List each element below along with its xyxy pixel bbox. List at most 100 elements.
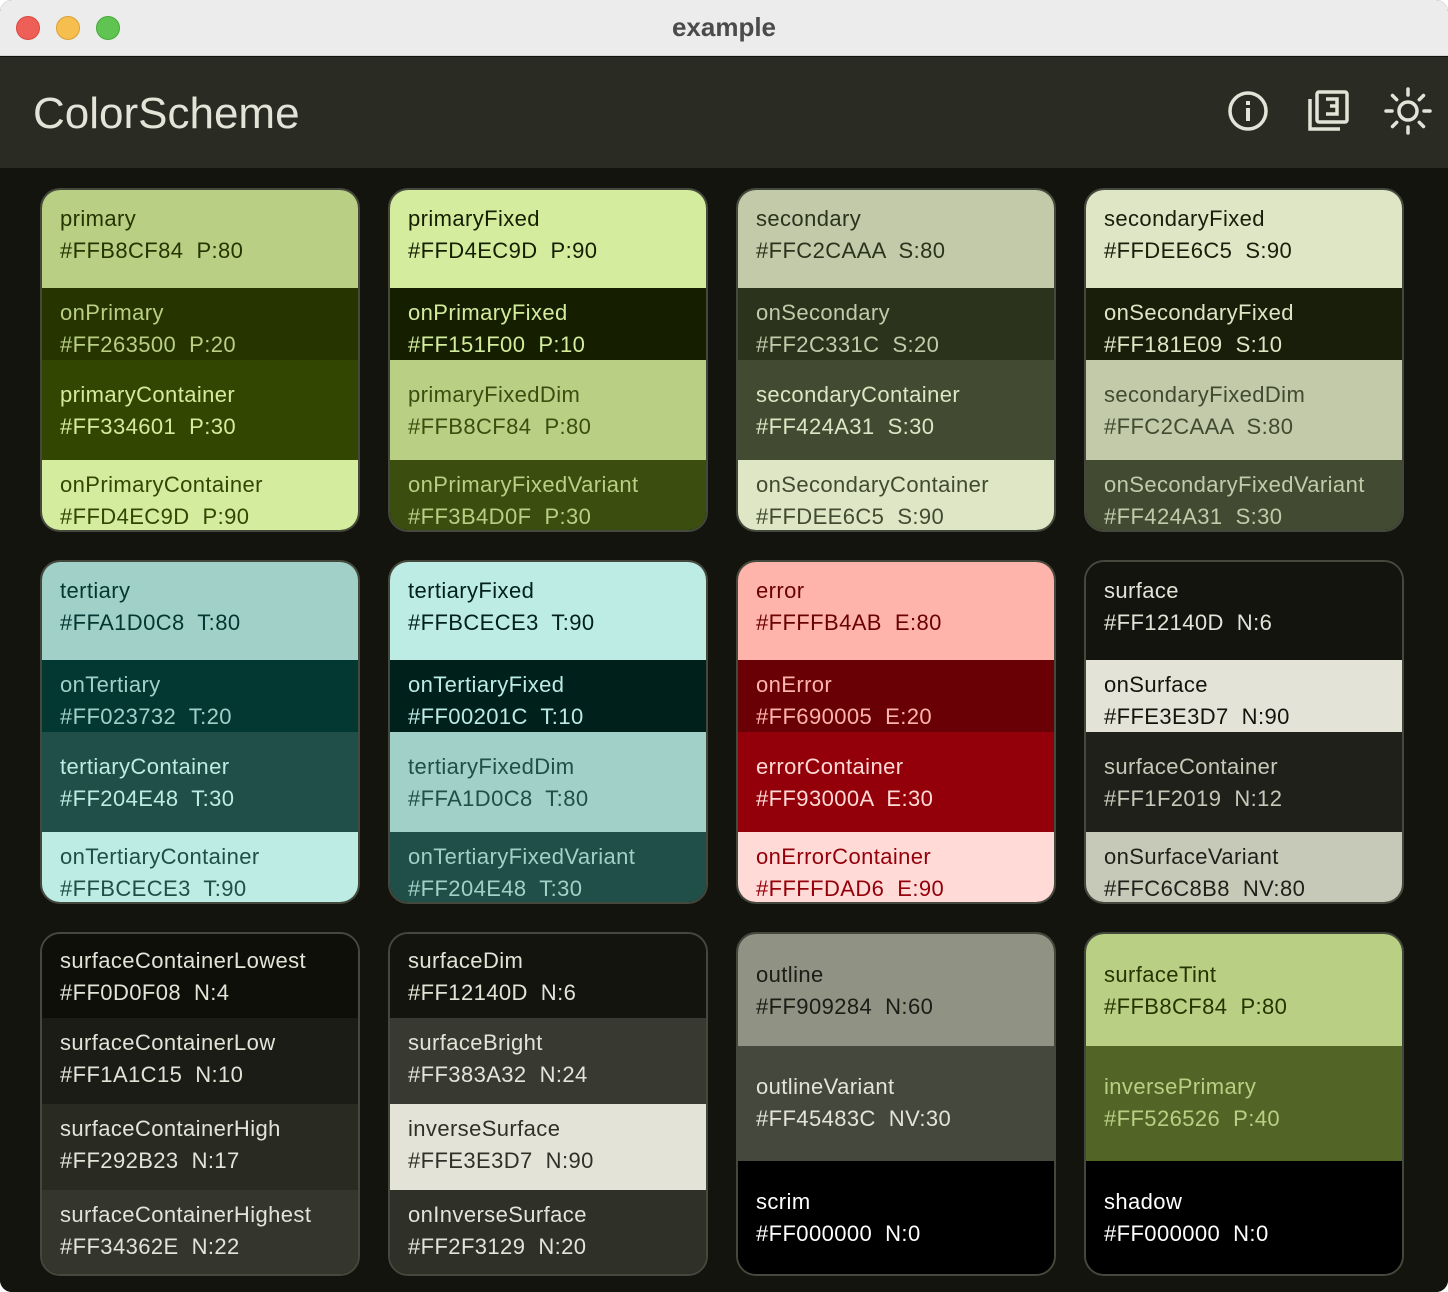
title-bar: example xyxy=(0,0,1448,56)
color-swatch-on-error[interactable]: onError #FF690005 E:20 xyxy=(738,660,1054,732)
swatch-name: tertiaryContainer xyxy=(60,754,230,779)
color-swatch-on-tertiary-fixed[interactable]: onTertiaryFixed #FF00201C T:10 xyxy=(390,660,706,732)
swatch-name: onSecondaryFixedVariant xyxy=(1104,472,1365,497)
color-swatch-on-inverse-surface[interactable]: onInverseSurface #FF2F3129 N:20 xyxy=(390,1190,706,1274)
swatch-hex-code: #FFC6C8B8 NV:80 xyxy=(1104,876,1306,901)
swatch-name: onSecondaryFixed xyxy=(1104,300,1294,325)
swatch-name: shadow xyxy=(1104,1189,1183,1214)
swatch-name: inverseSurface xyxy=(408,1116,561,1141)
info-icon xyxy=(1228,91,1268,131)
swatch-name: surface xyxy=(1104,578,1179,603)
color-swatch-surface-bright[interactable]: surfaceBright #FF383A32 N:24 xyxy=(390,1018,706,1104)
swatch-name: onTertiaryContainer xyxy=(60,844,260,869)
swatch-name: onErrorContainer xyxy=(756,844,932,869)
swatch-name: error xyxy=(756,578,805,603)
swatch-hex-code: #FFE3E3D7 N:90 xyxy=(408,1148,594,1173)
color-swatch-secondary-fixed[interactable]: secondaryFixed #FFDEE6C5 S:90 xyxy=(1086,190,1402,288)
color-swatch-error[interactable]: error #FFFFB4AB E:80 xyxy=(738,562,1054,660)
swatch-hex-code: #FF45483C NV:30 xyxy=(756,1106,952,1131)
color-swatch-surface-dim[interactable]: surfaceDim #FF12140D N:6 xyxy=(390,934,706,1018)
swatch-hex-code: #FFA1D0C8 T:80 xyxy=(60,610,241,635)
color-card: surfaceDim #FF12140D N:6 surfaceBright #FF3… xyxy=(388,932,708,1276)
swatch-hex-code: #FFDEE6C5 S:90 xyxy=(1104,238,1293,263)
swatch-hex-code: #FF000000 N:0 xyxy=(756,1221,921,1246)
swatch-name: primaryContainer xyxy=(60,382,236,407)
swatch-name: onSecondary xyxy=(756,300,891,325)
color-swatch-on-tertiary-container[interactable]: onTertiaryContainer #FFBCECE3 T:90 xyxy=(42,832,358,902)
color-swatch-on-primary-fixed-variant[interactable]: onPrimaryFixedVariant #FF3B4D0F P:30 xyxy=(390,460,706,530)
swatch-hex-code: #FF181E09 S:10 xyxy=(1104,332,1283,357)
color-swatch-secondary-fixed-dim[interactable]: secondaryFixedDim #FFC2CAAA S:80 xyxy=(1086,360,1402,460)
color-swatch-tertiary-fixed-dim[interactable]: tertiaryFixedDim #FFA1D0C8 T:80 xyxy=(390,732,706,832)
swatch-hex-code: #FF1F2019 N:12 xyxy=(1104,786,1283,811)
swatch-hex-code: #FFBCECE3 T:90 xyxy=(408,610,595,635)
swatch-hex-code: #FF1A1C15 N:10 xyxy=(60,1062,244,1087)
color-grid: primary #FFB8CF84 P:80 onPrimary #FF263500 … xyxy=(0,168,1448,1292)
brightness-icon xyxy=(1384,87,1432,135)
color-swatch-primary-container[interactable]: primaryContainer #FF334601 P:30 xyxy=(42,360,358,460)
color-swatch-on-primary-container[interactable]: onPrimaryContainer #FFD4EC9D P:90 xyxy=(42,460,358,530)
swatch-hex-code: #FF909284 N:60 xyxy=(756,994,934,1019)
color-swatch-surface-tint[interactable]: surfaceTint #FFB8CF84 P:80 xyxy=(1086,934,1402,1046)
swatch-name: surfaceBright xyxy=(408,1030,543,1055)
color-swatch-primary[interactable]: primary #FFB8CF84 P:80 xyxy=(42,190,358,288)
swatch-hex-code: #FF023732 T:20 xyxy=(60,704,232,729)
color-swatch-surface-container-low[interactable]: surfaceContainerLow #FF1A1C15 N:10 xyxy=(42,1018,358,1104)
color-card: surfaceContainerLowest #FF0D0F08 N:4 surfa… xyxy=(40,932,360,1276)
theme-toggle-button[interactable] xyxy=(1378,81,1438,141)
color-swatch-error-container[interactable]: errorContainer #FF93000A E:30 xyxy=(738,732,1054,832)
color-swatch-primary-fixed-dim[interactable]: primaryFixedDim #FFB8CF84 P:80 xyxy=(390,360,706,460)
color-swatch-on-primary-fixed[interactable]: onPrimaryFixed #FF151F00 P:10 xyxy=(390,288,706,360)
color-swatch-on-tertiary-fixed-variant[interactable]: onTertiaryFixedVariant #FF204E48 T:30 xyxy=(390,832,706,902)
color-swatch-surface-container-highest[interactable]: surfaceContainerHighest #FF34362E N:22 xyxy=(42,1190,358,1274)
swatch-name: surfaceContainerLow xyxy=(60,1030,276,1055)
color-swatch-on-secondary[interactable]: onSecondary #FF2C331C S:20 xyxy=(738,288,1054,360)
color-card: outline #FF909284 N:60 outlineVariant #FF45… xyxy=(736,932,1056,1276)
color-swatch-tertiary-container[interactable]: tertiaryContainer #FF204E48 T:30 xyxy=(42,732,358,832)
color-swatch-on-primary[interactable]: onPrimary #FF263500 P:20 xyxy=(42,288,358,360)
swatch-hex-code: #FF263500 P:20 xyxy=(60,332,237,357)
color-card: primaryFixed #FFD4EC9D P:90 onPrimaryFixed… xyxy=(388,188,708,532)
color-swatch-surface-container[interactable]: surfaceContainer #FF1F2019 N:12 xyxy=(1086,732,1402,832)
material-version-button[interactable] xyxy=(1298,81,1358,141)
color-swatch-tertiary-fixed[interactable]: tertiaryFixed #FFBCECE3 T:90 xyxy=(390,562,706,660)
swatch-name: primaryFixedDim xyxy=(408,382,581,407)
swatch-hex-code: #FFDEE6C5 S:90 xyxy=(756,504,945,529)
color-swatch-outline[interactable]: outline #FF909284 N:60 xyxy=(738,934,1054,1046)
color-swatch-on-tertiary[interactable]: onTertiary #FF023732 T:20 xyxy=(42,660,358,732)
swatch-hex-code: #FFD4EC9D P:90 xyxy=(60,504,250,529)
color-swatch-inverse-surface[interactable]: inverseSurface #FFE3E3D7 N:90 xyxy=(390,1104,706,1190)
color-swatch-surface-container-lowest[interactable]: surfaceContainerLowest #FF0D0F08 N:4 xyxy=(42,934,358,1018)
color-swatch-shadow[interactable]: shadow #FF000000 N:0 xyxy=(1086,1161,1402,1274)
swatch-name: onPrimary xyxy=(60,300,164,325)
swatch-hex-code: #FF34362E N:22 xyxy=(60,1234,240,1259)
color-swatch-on-secondary-fixed-variant[interactable]: onSecondaryFixedVariant #FF424A31 S:30 xyxy=(1086,460,1402,530)
color-swatch-secondary[interactable]: secondary #FFC2CAAA S:80 xyxy=(738,190,1054,288)
color-swatch-surface[interactable]: surface #FF12140D N:6 xyxy=(1086,562,1402,660)
swatch-name: onTertiaryFixed xyxy=(408,672,565,697)
swatch-name: secondaryFixed xyxy=(1104,206,1265,231)
swatch-hex-code: #FF204E48 T:30 xyxy=(408,876,583,901)
color-swatch-tertiary[interactable]: tertiary #FFA1D0C8 T:80 xyxy=(42,562,358,660)
swatch-name: surfaceContainerHigh xyxy=(60,1116,281,1141)
color-swatch-outline-variant[interactable]: outlineVariant #FF45483C NV:30 xyxy=(738,1046,1054,1161)
color-swatch-secondary-container[interactable]: secondaryContainer #FF424A31 S:30 xyxy=(738,360,1054,460)
swatch-hex-code: #FF2F3129 N:20 xyxy=(408,1234,587,1259)
color-swatch-on-error-container[interactable]: onErrorContainer #FFFFDAD6 E:90 xyxy=(738,832,1054,902)
swatch-name: onSurfaceVariant xyxy=(1104,844,1279,869)
color-swatch-scrim[interactable]: scrim #FF000000 N:0 xyxy=(738,1161,1054,1274)
color-swatch-on-surface-variant[interactable]: onSurfaceVariant #FFC6C8B8 NV:80 xyxy=(1086,832,1402,902)
color-swatch-on-secondary-container[interactable]: onSecondaryContainer #FFDEE6C5 S:90 xyxy=(738,460,1054,530)
swatch-hex-code: #FF424A31 S:30 xyxy=(1104,504,1283,529)
swatch-name: secondaryFixedDim xyxy=(1104,382,1306,407)
color-swatch-surface-container-high[interactable]: surfaceContainerHigh #FF292B23 N:17 xyxy=(42,1104,358,1190)
color-swatch-primary-fixed[interactable]: primaryFixed #FFD4EC9D P:90 xyxy=(390,190,706,288)
color-swatch-on-surface[interactable]: onSurface #FFE3E3D7 N:90 xyxy=(1086,660,1402,732)
color-card: tertiaryFixed #FFBCECE3 T:90 onTertiaryFix… xyxy=(388,560,708,904)
color-swatch-inverse-primary[interactable]: inversePrimary #FF526526 P:40 xyxy=(1086,1046,1402,1161)
swatch-name: surfaceContainer xyxy=(1104,754,1278,779)
layers-3-icon xyxy=(1308,90,1349,131)
color-swatch-on-secondary-fixed[interactable]: onSecondaryFixed #FF181E09 S:10 xyxy=(1086,288,1402,360)
swatch-name: tertiary xyxy=(60,578,131,603)
info-button[interactable] xyxy=(1218,81,1278,141)
